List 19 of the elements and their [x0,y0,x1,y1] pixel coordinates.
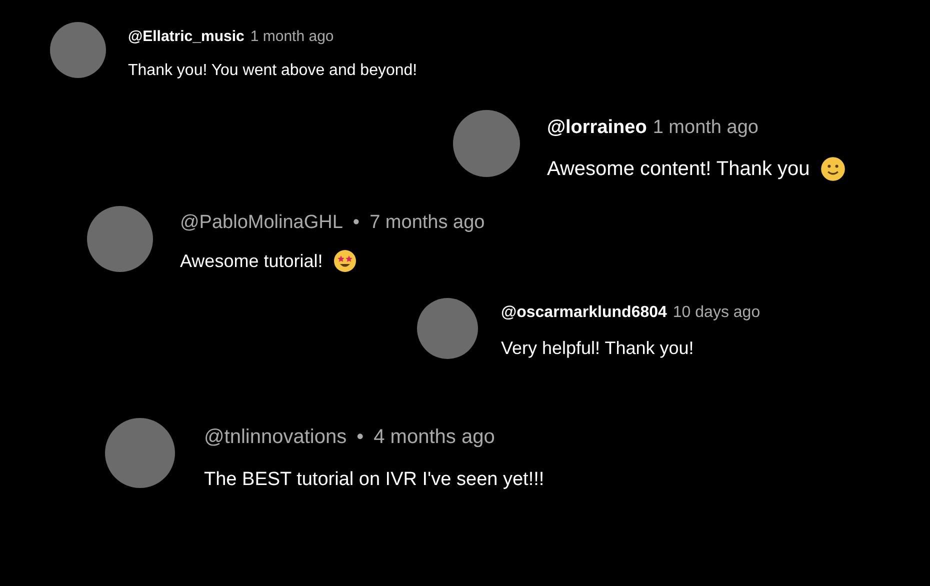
comment-author[interactable]: @Ellatric_music [128,26,244,48]
comment-text: Thank you! You went above and beyond! [128,60,418,80]
comment-time: 1 month ago [652,116,758,140]
smiley-icon [820,156,846,182]
comment-time: 4 months ago [374,424,495,450]
separator-dot: • [352,211,360,235]
comment-time: 10 days ago [672,302,760,322]
star-eyes-face-icon [332,249,357,273]
comment-author[interactable]: @tnlinnovations [204,422,347,452]
comment-author[interactable]: @PabloMolinaGHL [180,209,343,238]
comment-time: 1 month ago [250,27,334,47]
comment-author[interactable]: @lorraineo [547,114,647,142]
comment-author[interactable]: @oscarmarklund6804 [501,300,667,324]
comment-time: 7 months ago [370,211,485,235]
comment-text: Awesome content! Thank you [547,157,810,182]
comment-text: The BEST tutorial on IVR I've seen yet!!! [204,468,544,492]
comment-text: Very helpful! Thank you! [501,336,694,360]
separator-dot: • [356,424,364,450]
comment-text: Awesome tutorial! [180,250,323,272]
